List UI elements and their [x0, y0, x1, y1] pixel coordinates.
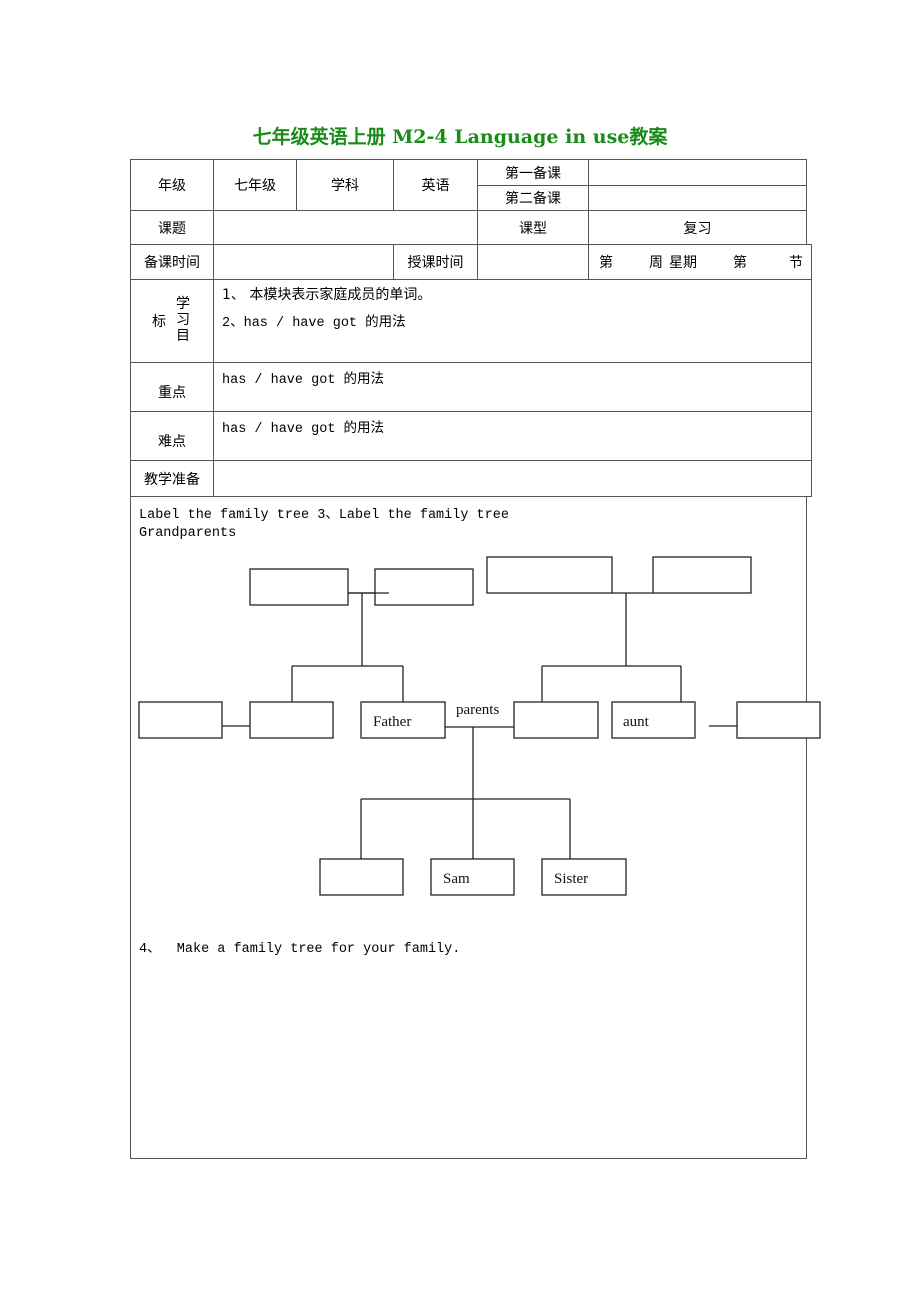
topic-value[interactable]	[213, 210, 478, 245]
key-points-content[interactable]: has / have got 的用法	[213, 362, 812, 412]
subject-value[interactable]: 英语	[393, 159, 478, 211]
key-points-text: has / have got 的用法	[222, 373, 385, 388]
lesson-type-label-text: 课型	[519, 220, 547, 237]
week-suffix: 周	[649, 255, 663, 271]
grade-label: 年级	[130, 159, 214, 211]
first-prep-label-text: 第一备课	[505, 165, 561, 182]
prep-time-label-text: 备课时间	[144, 255, 200, 271]
lesson-type-value[interactable]: 复习	[588, 210, 807, 245]
subject-value-text: 英语	[421, 178, 450, 194]
teach-time-label-text: 授课时间	[407, 255, 464, 271]
schedule-cell[interactable]: 第 周 星期 第 节	[588, 244, 812, 280]
subject-label-text: 学科	[331, 178, 359, 194]
activity-section	[130, 496, 807, 1159]
subject-label: 学科	[296, 159, 394, 211]
teaching-prep-label-text: 教学准备	[144, 471, 200, 488]
teaching-prep-content[interactable]	[213, 460, 812, 497]
difficulties-text: has / have got 的用法	[222, 422, 385, 437]
second-prep-label: 第二备课	[477, 185, 589, 211]
objectives-content[interactable]: 1、 本模块表示家庭成员的单词。 2、has / have got 的用法	[213, 279, 812, 363]
objectives-label: 标 学 习 目	[130, 279, 214, 363]
second-prep-label-text: 第二备课	[505, 191, 561, 207]
task4-text: 4、 Make a family tree for your family.	[139, 942, 461, 957]
week-prefix: 第	[599, 255, 613, 271]
objectives-label-side: 标	[152, 314, 166, 330]
grade-label-text: 年级	[158, 178, 186, 194]
difficulties-content[interactable]: has / have got 的用法	[213, 411, 812, 461]
topic-label: 课题	[130, 210, 214, 245]
teach-time-label: 授课时间	[393, 244, 478, 280]
prep-time-value[interactable]	[213, 244, 394, 280]
objectives-label-char-1: 学	[176, 296, 190, 312]
first-prep-label: 第一备课	[477, 159, 589, 186]
task3-heading: Label the family tree 3、Label the family…	[139, 508, 509, 523]
grade-value[interactable]: 七年级	[213, 159, 297, 211]
topic-label-text: 课题	[158, 220, 186, 237]
difficulties-label-text: 难点	[158, 434, 186, 450]
prep-time-label: 备课时间	[130, 244, 214, 280]
teaching-prep-label: 教学准备	[130, 460, 214, 497]
teach-time-value[interactable]	[477, 244, 589, 280]
period-prefix: 第	[733, 255, 747, 271]
lesson-type-value-text: 复习	[683, 220, 712, 237]
grade-value-text: 七年级	[234, 178, 276, 194]
objective-item-1: 1、 本模块表示家庭成员的单词。	[222, 287, 432, 303]
objective-item-2: 2、has / have got 的用法	[222, 316, 406, 331]
task3-subheading: Grandparents	[139, 526, 237, 541]
lesson-type-label: 课型	[477, 210, 589, 245]
key-points-label-text: 重点	[158, 385, 186, 401]
objectives-label-char-3: 目	[176, 328, 190, 344]
difficulties-label: 难点	[130, 411, 214, 461]
first-prep-value[interactable]	[588, 159, 807, 186]
document-title: 七年级英语上册 M2-4 Language in use教案	[252, 126, 668, 148]
second-prep-value[interactable]	[588, 185, 807, 211]
objectives-label-char-2: 习	[176, 312, 190, 328]
period-suffix: 节	[789, 255, 803, 271]
key-points-label: 重点	[130, 362, 214, 412]
weekday-label: 星期	[669, 255, 697, 271]
